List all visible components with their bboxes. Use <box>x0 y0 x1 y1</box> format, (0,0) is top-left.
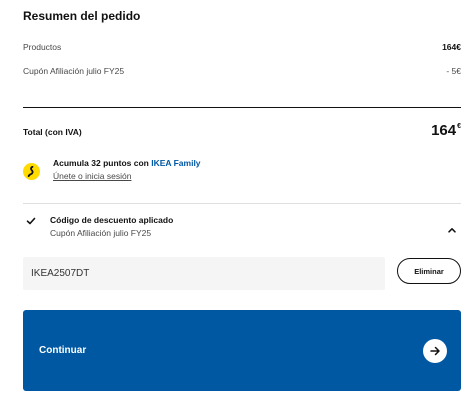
ikea-family-promo: Acumula 32 puntos con IKEA Family Únete … <box>23 158 201 181</box>
family-points-prefix: Acumula 32 puntos con <box>53 158 152 168</box>
chevron-up-icon[interactable] <box>447 225 457 235</box>
total-row: Total (con IVA) 164 € <box>23 122 461 139</box>
coupon-amount: - 5€ <box>446 66 461 76</box>
continue-button[interactable]: Continuar <box>23 310 461 391</box>
join-login-link[interactable]: Únete o inicia sesión <box>53 171 201 181</box>
discount-title: Código de descuento aplicado <box>50 215 174 225</box>
total-price: 164 € <box>431 122 461 139</box>
coupon-row: Cupón Afiliación julio FY25 - 5€ <box>23 66 461 76</box>
coupon-label: Cupón Afiliación julio FY25 <box>23 66 125 76</box>
continue-label: Continuar <box>39 345 87 356</box>
total-currency: € <box>457 123 461 130</box>
products-label: Productos <box>23 42 62 52</box>
check-icon <box>26 217 36 225</box>
products-row: Productos 164€ <box>23 42 461 52</box>
summary-title: Resumen del pedido <box>23 9 141 23</box>
discount-code-field[interactable]: IKEA2507DT <box>23 257 385 290</box>
total-amount: 164 <box>431 122 457 139</box>
ikea-family-icon <box>23 163 40 180</box>
arrow-right-icon <box>423 338 447 363</box>
discount-divider <box>23 203 461 204</box>
family-brand: IKEA Family <box>151 158 201 168</box>
products-amount: 164€ <box>442 42 461 52</box>
family-points-text: Acumula 32 puntos con IKEA Family <box>53 158 201 168</box>
total-label: Total (con IVA) <box>23 127 82 137</box>
total-divider <box>23 107 461 108</box>
discount-subtitle: Cupón Afiliación julio FY25 <box>50 228 152 238</box>
remove-discount-button[interactable]: Eliminar <box>397 258 461 284</box>
discount-section-header[interactable]: Código de descuento aplicado Cupón Afili… <box>23 215 461 238</box>
